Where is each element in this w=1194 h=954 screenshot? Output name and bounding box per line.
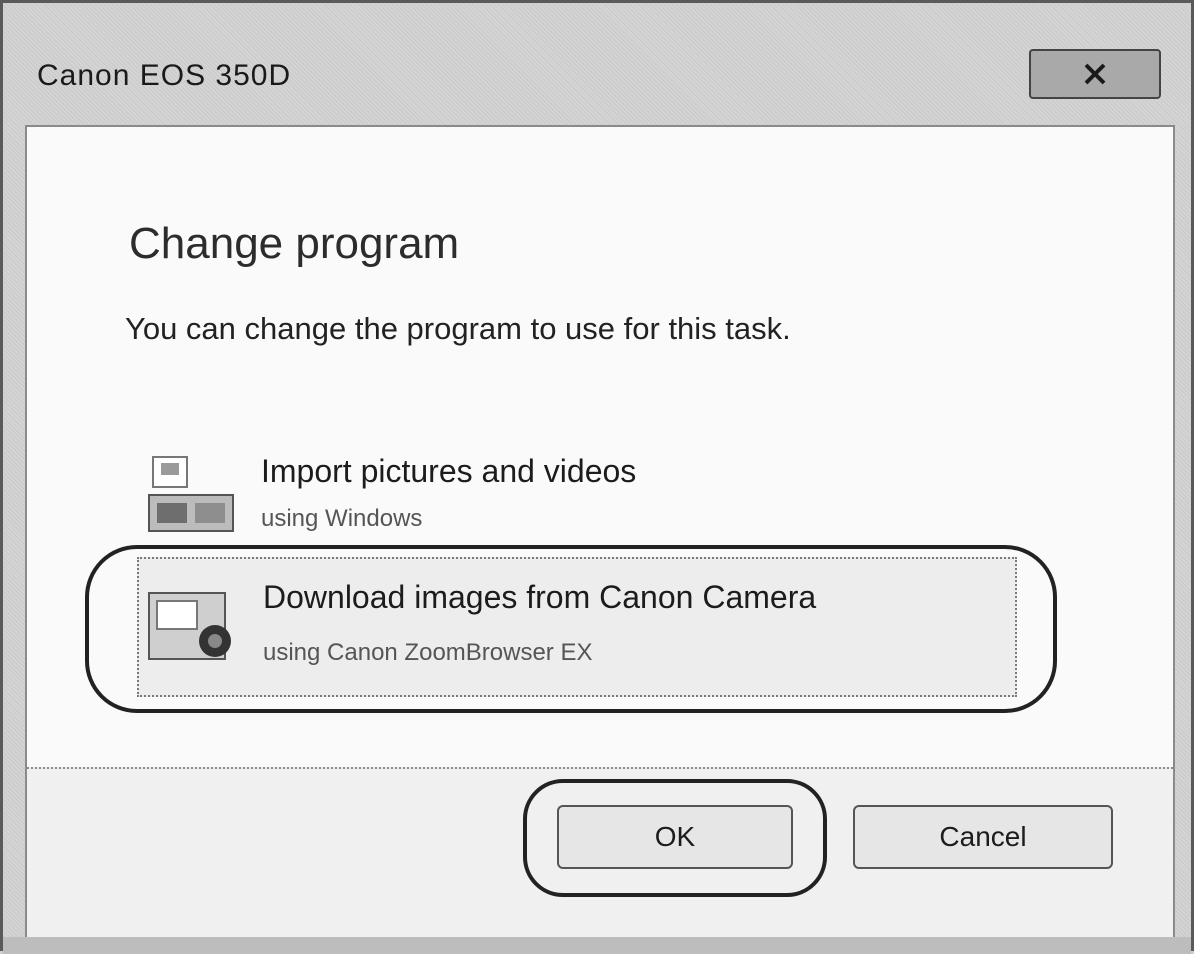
dialog-description: You can change the program to use for th… bbox=[125, 311, 791, 346]
ok-button[interactable]: OK bbox=[557, 805, 793, 869]
option-subtitle: using Windows bbox=[261, 505, 423, 532]
dialog-footer: OK Cancel bbox=[27, 767, 1173, 939]
option-download-images[interactable]: Download images from Canon Camera using … bbox=[137, 557, 1017, 697]
windows-import-icon bbox=[141, 451, 237, 535]
window-bottom-border bbox=[3, 937, 1191, 954]
option-title: Download images from Canon Camera bbox=[263, 579, 817, 615]
close-icon bbox=[1084, 63, 1106, 85]
option-title: Import pictures and videos bbox=[261, 453, 637, 489]
title-bar[interactable]: Canon EOS 350D bbox=[3, 3, 1191, 123]
close-button[interactable] bbox=[1029, 49, 1161, 99]
window-title: Canon EOS 350D bbox=[37, 59, 292, 92]
option-import-pictures[interactable]: Import pictures and videos using Windows bbox=[137, 443, 1017, 551]
cancel-button[interactable]: Cancel bbox=[853, 805, 1113, 869]
page-title: Change program bbox=[129, 219, 460, 268]
dialog-window: Canon EOS 350D Change program You can ch… bbox=[0, 0, 1194, 954]
camera-download-icon bbox=[143, 583, 239, 667]
option-subtitle: using Canon ZoomBrowser EX bbox=[263, 639, 593, 666]
dialog-content: Change program You can change the progra… bbox=[25, 125, 1175, 939]
